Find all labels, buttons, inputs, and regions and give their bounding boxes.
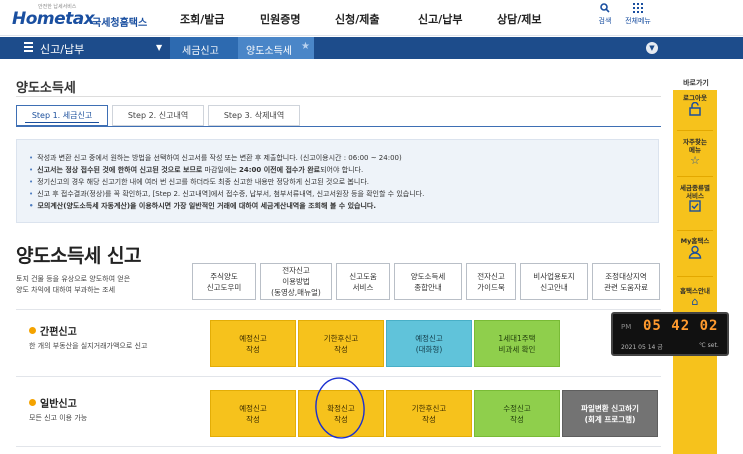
notice-bold: 신고서는 정상 접수된 것에 한하여 신고된 것으로 보므로: [37, 166, 203, 174]
clock-time: 05 42 02: [643, 318, 719, 334]
quick-item-label: 세금종류별 서비스: [680, 184, 710, 200]
notice-text: 마감일에는: [202, 166, 239, 174]
general-preliminary-button[interactable]: 예정신고 작성: [210, 390, 296, 437]
top-header: 안전한 납세서비스 Hometax 국세청홈택스 조회/발급 민원증명 신청/제…: [0, 0, 743, 36]
simple-filing-title: 간편신고: [40, 327, 77, 338]
general-filing-title: 일반신고: [40, 399, 77, 410]
general-filing-desc: 모든 신고 이용 가능: [29, 414, 88, 422]
notice-bold: 24:00 이전에 접수가 완료: [238, 166, 321, 174]
menu-consult[interactable]: 상담/제보: [497, 11, 542, 27]
breadcrumb-tax-filing[interactable]: 세금신고: [170, 37, 238, 59]
non-business-land-button[interactable]: 비사업용토지 신고안내: [520, 263, 588, 300]
logo-name: 국세청홈택스: [92, 18, 148, 29]
notice-line: 정기신고의 경우 해당 신고기한 내에 여러 번 신고를 하더라도 최종 신고한…: [29, 177, 369, 187]
grid-icon: [623, 3, 653, 16]
notice-line: 신고 후 접수결과(정상)를 꼭 확인하고, [Step 2. 신고내역]에서 …: [29, 189, 424, 199]
general-late-filing-button[interactable]: 기한후신고 작성: [386, 390, 472, 437]
e-filing-guidebook-button[interactable]: 전자신고 가이드북: [466, 263, 516, 300]
hamburger-icon[interactable]: [24, 42, 33, 53]
title-divider: [16, 96, 661, 97]
one-house-exemption-button[interactable]: 1세대1주택 비과세 확인: [474, 320, 560, 367]
quick-item-label: 자주찾는 메뉴: [683, 138, 707, 154]
tab-step1-filing[interactable]: Step 1. 세금신고: [16, 105, 108, 126]
menu-application[interactable]: 신청/제출: [335, 11, 380, 27]
simple-interactive-button[interactable]: 예정신고 (대화형): [386, 320, 472, 367]
search-icon: [590, 3, 620, 16]
section-desc: 토지 건물 등을 유상으로 양도하여 얻은: [16, 275, 131, 283]
filing-help-button[interactable]: 신고도움 서비스: [336, 263, 390, 300]
tab-step3-deleted[interactable]: Step 3. 삭제내역: [208, 105, 300, 126]
person-icon: [673, 245, 717, 262]
section-desc: 양도 차익에 대하여 부과하는 조세: [16, 286, 116, 294]
transfer-tax-info-button[interactable]: 양도소득세 종합안내: [394, 263, 462, 300]
clock-widget: PM 05 42 02 2021 05 14 금 ℃ set.: [611, 312, 729, 356]
bullet-icon: [29, 327, 36, 334]
simple-filing-heading: 간편신고: [29, 323, 77, 338]
all-menu-button[interactable]: 전체메뉴: [623, 3, 653, 26]
menu-inquiry[interactable]: 조회/발급: [180, 11, 225, 27]
simple-preliminary-button[interactable]: 예정신고 작성: [210, 320, 296, 367]
quick-item-label: 로그아웃: [683, 94, 707, 102]
quick-logout[interactable]: 로그아웃: [673, 94, 717, 119]
search-label: 검색: [598, 17, 612, 25]
hometax-logo[interactable]: 안전한 납세서비스 Hometax 국세청홈택스: [10, 3, 150, 33]
simple-filing-desc: 한 개의 부동산을 실지거래가액으로 신고: [29, 342, 148, 350]
quick-menu: 로그아웃 자주찾는 메뉴 ☆ 세금종류별 서비스 My홈택스 홈택스안내 ⌂: [673, 90, 717, 454]
section-divider: [16, 446, 661, 447]
chevron-down-icon[interactable]: ▼: [646, 42, 658, 54]
menu-filing[interactable]: 신고/납부: [418, 11, 463, 27]
quick-divider: [677, 230, 713, 231]
file-conversion-button[interactable]: 파일변환 신고하기 (회계 프로그램): [562, 390, 658, 437]
quick-frequent-menu[interactable]: 자주찾는 메뉴 ☆: [673, 138, 717, 167]
notice-line: 신고서는 정상 접수된 것에 한하여 신고된 것으로 보므로 마감일에는 24:…: [29, 165, 363, 175]
quick-hometax-guide[interactable]: 홈택스안내 ⌂: [673, 287, 717, 308]
general-filing-heading: 일반신고: [29, 395, 77, 410]
handdrawn-circle-annotation: [315, 377, 365, 439]
quick-tax-services[interactable]: 세금종류별 서비스: [673, 184, 717, 215]
section-title: 양도소득세 신고: [16, 245, 141, 267]
quick-item-label: My홈택스: [680, 237, 710, 245]
quick-menu-label: 바로가기: [683, 79, 709, 87]
logo-brand: Hometax: [12, 9, 95, 29]
search-button[interactable]: 검색: [590, 3, 620, 26]
regulated-area-help-button[interactable]: 조정대상지역 관련 도움자료: [592, 263, 660, 300]
e-filing-guide-button[interactable]: 전자신고 이용방법 (동영상,매뉴얼): [260, 263, 332, 300]
tab-divider: [16, 126, 661, 127]
clock-ampm: PM: [621, 323, 632, 331]
category-select[interactable]: 신고/납부: [40, 41, 84, 57]
quick-my-hometax[interactable]: My홈택스: [673, 237, 717, 262]
quick-divider: [677, 276, 713, 277]
section-divider: [16, 309, 661, 310]
notice-text: 되어야 합니다.: [320, 166, 364, 174]
notice-box: 작성과 변환 신고 중에서 원하는 방법을 선택하여 신고서를 작성 또는 변환…: [16, 139, 659, 223]
quick-item-label: 홈택스안내: [680, 287, 710, 295]
checkbox-icon: [673, 200, 717, 215]
clock-temp: ℃ set.: [699, 342, 719, 349]
quick-divider: [677, 130, 713, 131]
favorite-star-icon[interactable]: ★: [301, 41, 310, 52]
home-icon: ⌂: [691, 295, 699, 308]
page-title: 양도소득세: [16, 81, 76, 96]
stock-transfer-helper-button[interactable]: 주식양도 신고도우미: [192, 263, 256, 300]
unlock-icon: [673, 101, 717, 119]
clock-date: 2021 05 14 금: [621, 344, 663, 351]
quick-divider: [677, 176, 713, 177]
notice-line: 모의계산(양도소득세 자동계산)을 이용하시면 가장 일반적인 거래에 대하여 …: [29, 201, 376, 211]
star-icon: ☆: [690, 154, 700, 167]
bullet-icon: [29, 399, 36, 406]
simple-late-filing-button[interactable]: 기한후신고 작성: [298, 320, 384, 367]
menu-certificate[interactable]: 민원증명: [260, 11, 300, 27]
breadcrumb-bar: 신고/납부 ▼ 세금신고 양도소득세 ★ ▼: [0, 37, 743, 59]
all-menu-label: 전체메뉴: [625, 17, 651, 25]
general-amended-button[interactable]: 수정신고 작성: [474, 390, 560, 437]
notice-line: 작성과 변환 신고 중에서 원하는 방법을 선택하여 신고서를 작성 또는 변환…: [29, 153, 402, 163]
caret-down-icon[interactable]: ▼: [156, 43, 162, 52]
tab-step2-history[interactable]: Step 2. 신고내역: [112, 105, 204, 126]
